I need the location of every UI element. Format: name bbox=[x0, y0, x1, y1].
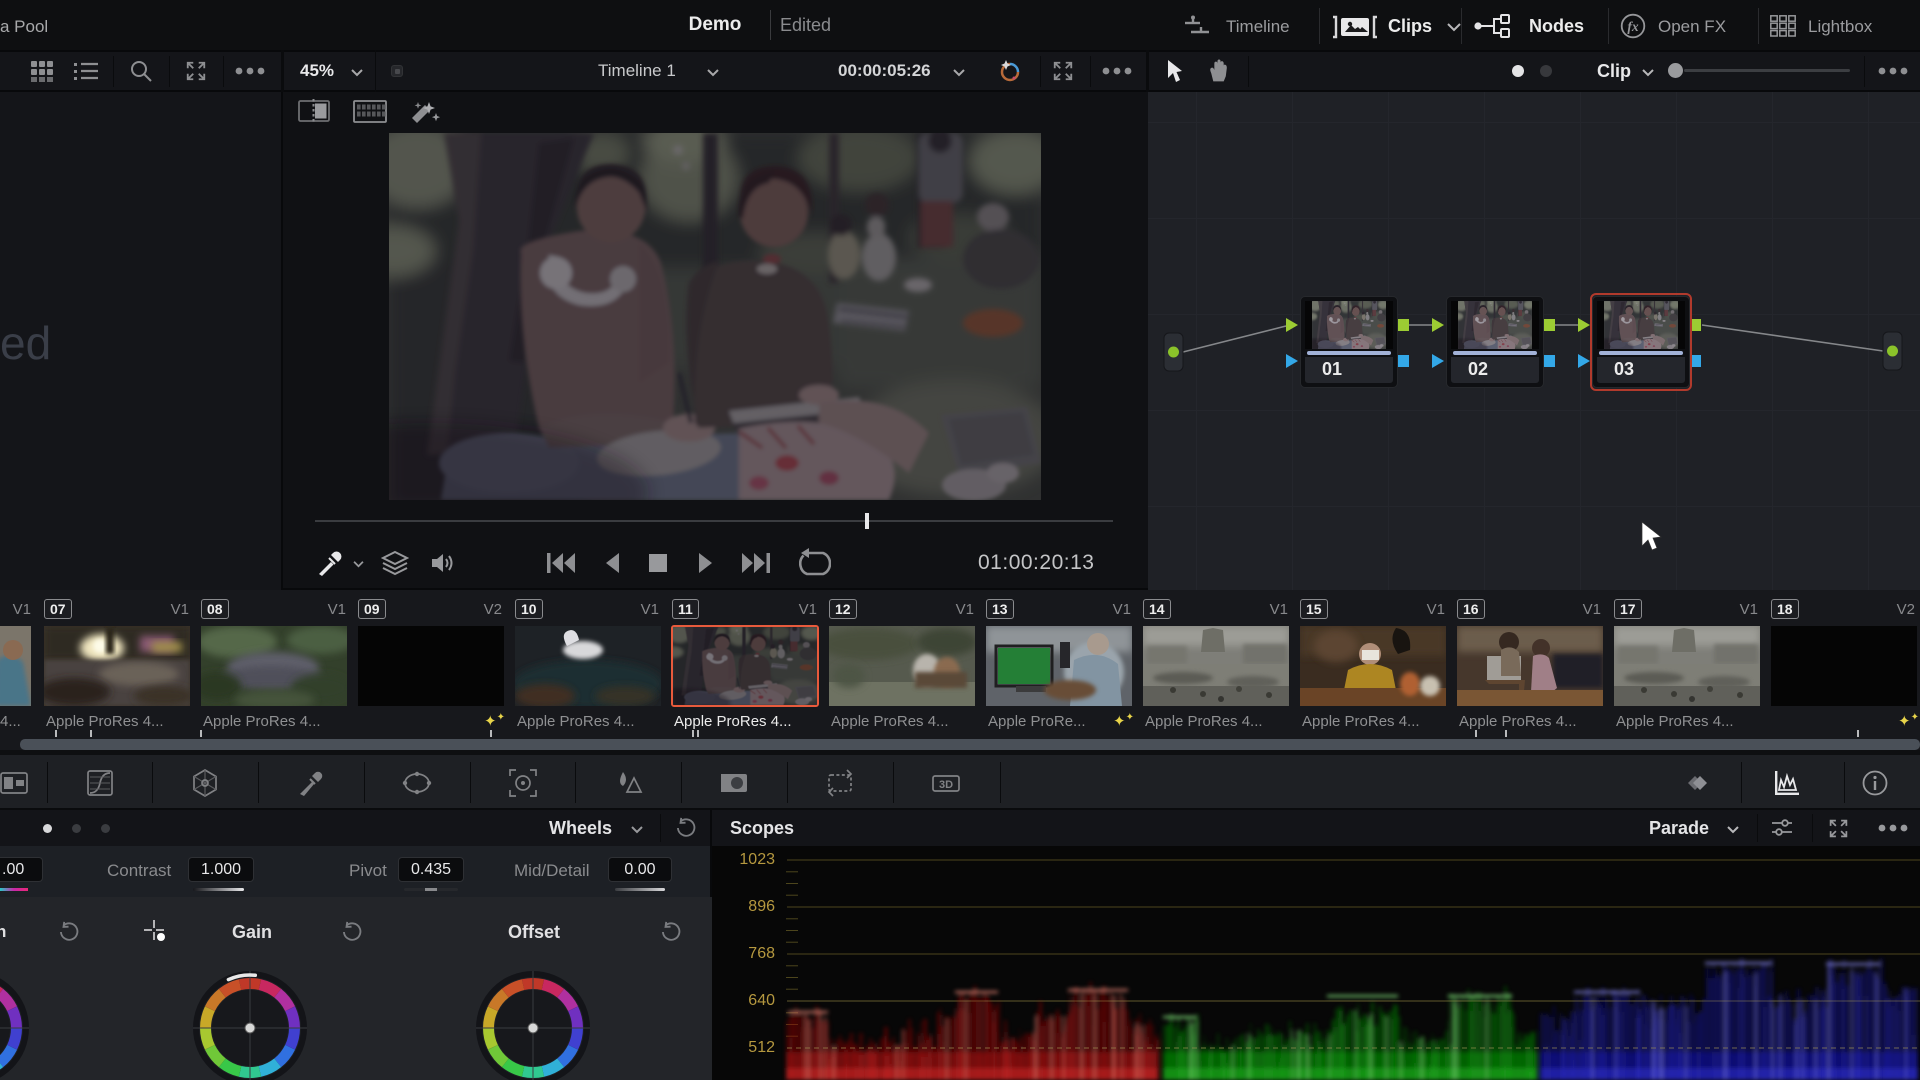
svg-text:3D: 3D bbox=[939, 779, 953, 791]
svg-text:fx: fx bbox=[1627, 19, 1638, 34]
